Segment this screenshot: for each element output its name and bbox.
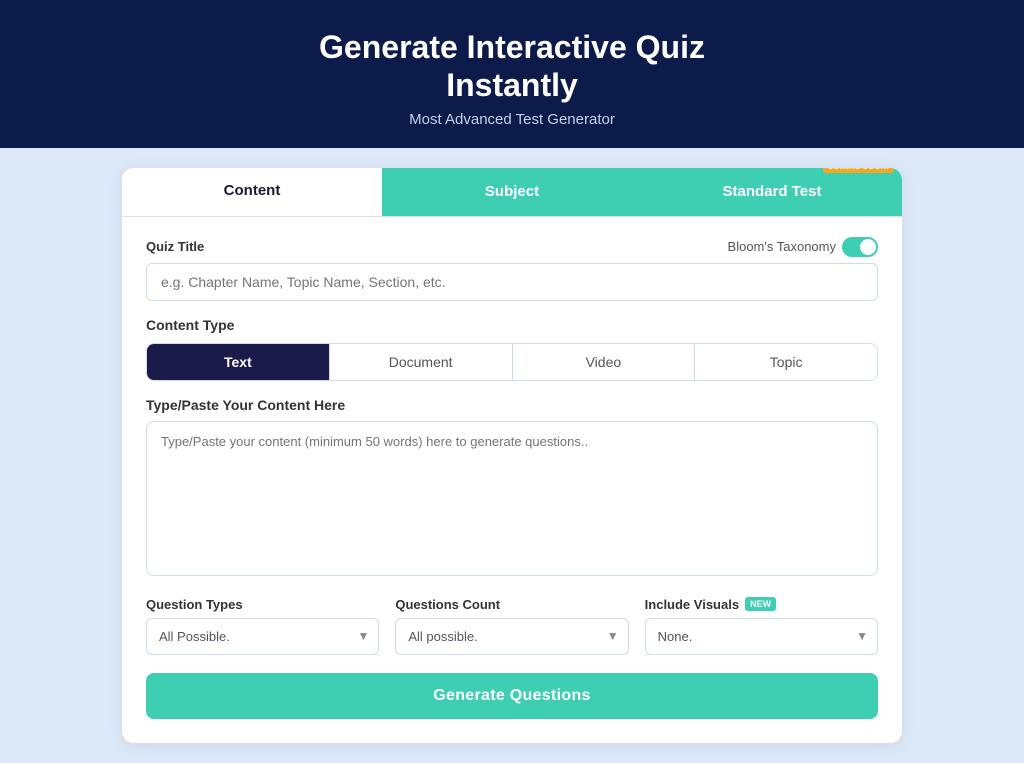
page-title: Generate Interactive Quiz Instantly [20,28,1004,105]
main-area: Content Subject Standard Test Coming Soo… [0,148,1024,763]
bloom-toggle-container[interactable]: Bloom's Taxonomy [728,237,878,257]
coming-soon-badge: Coming Soon! [823,168,894,173]
questions-count-field: Questions Count All possible. ▼ [395,597,628,655]
page-header: Generate Interactive Quiz Instantly Most… [0,0,1024,148]
bloom-label: Bloom's Taxonomy [728,239,836,254]
tab-content[interactable]: Content [122,168,382,216]
bloom-toggle-switch[interactable] [842,237,878,257]
content-type-tabs: Text Document Video Topic [146,343,878,381]
questions-count-select-wrapper: All possible. ▼ [395,618,628,655]
main-tabs: Content Subject Standard Test Coming Soo… [122,168,902,217]
bottom-row: Question Types All Possible. ▼ Questions… [146,597,878,655]
generate-questions-button[interactable]: Generate Questions [146,673,878,719]
new-badge: NEW [745,597,776,611]
quiz-title-row: Quiz Title Bloom's Taxonomy [146,237,878,257]
quiz-card: Content Subject Standard Test Coming Soo… [122,168,902,743]
card-body: Quiz Title Bloom's Taxonomy Content Type… [122,217,902,743]
question-types-select-wrapper: All Possible. ▼ [146,618,379,655]
include-visuals-field: Include Visuals NEW None. ▼ [645,597,878,655]
toggle-knob [860,239,876,255]
include-visuals-select-wrapper: None. ▼ [645,618,878,655]
questions-count-select[interactable]: All possible. [395,618,628,655]
ct-tab-text[interactable]: Text [147,344,330,380]
question-types-label: Question Types [146,597,379,612]
question-types-select[interactable]: All Possible. [146,618,379,655]
content-type-label: Content Type [146,317,878,333]
ct-tab-video[interactable]: Video [513,344,696,380]
ct-tab-topic[interactable]: Topic [695,344,877,380]
include-visuals-label: Include Visuals NEW [645,597,878,612]
question-types-field: Question Types All Possible. ▼ [146,597,379,655]
tab-subject[interactable]: Subject [382,168,642,216]
page-subtitle: Most Advanced Test Generator [20,111,1004,128]
tab-standard-test[interactable]: Standard Test Coming Soon! [642,168,902,216]
content-area-label: Type/Paste Your Content Here [146,397,878,413]
quiz-title-input[interactable] [146,263,878,301]
questions-count-label: Questions Count [395,597,628,612]
ct-tab-document[interactable]: Document [330,344,513,380]
include-visuals-select[interactable]: None. [645,618,878,655]
quiz-title-label: Quiz Title [146,239,204,254]
content-textarea[interactable] [146,421,878,576]
